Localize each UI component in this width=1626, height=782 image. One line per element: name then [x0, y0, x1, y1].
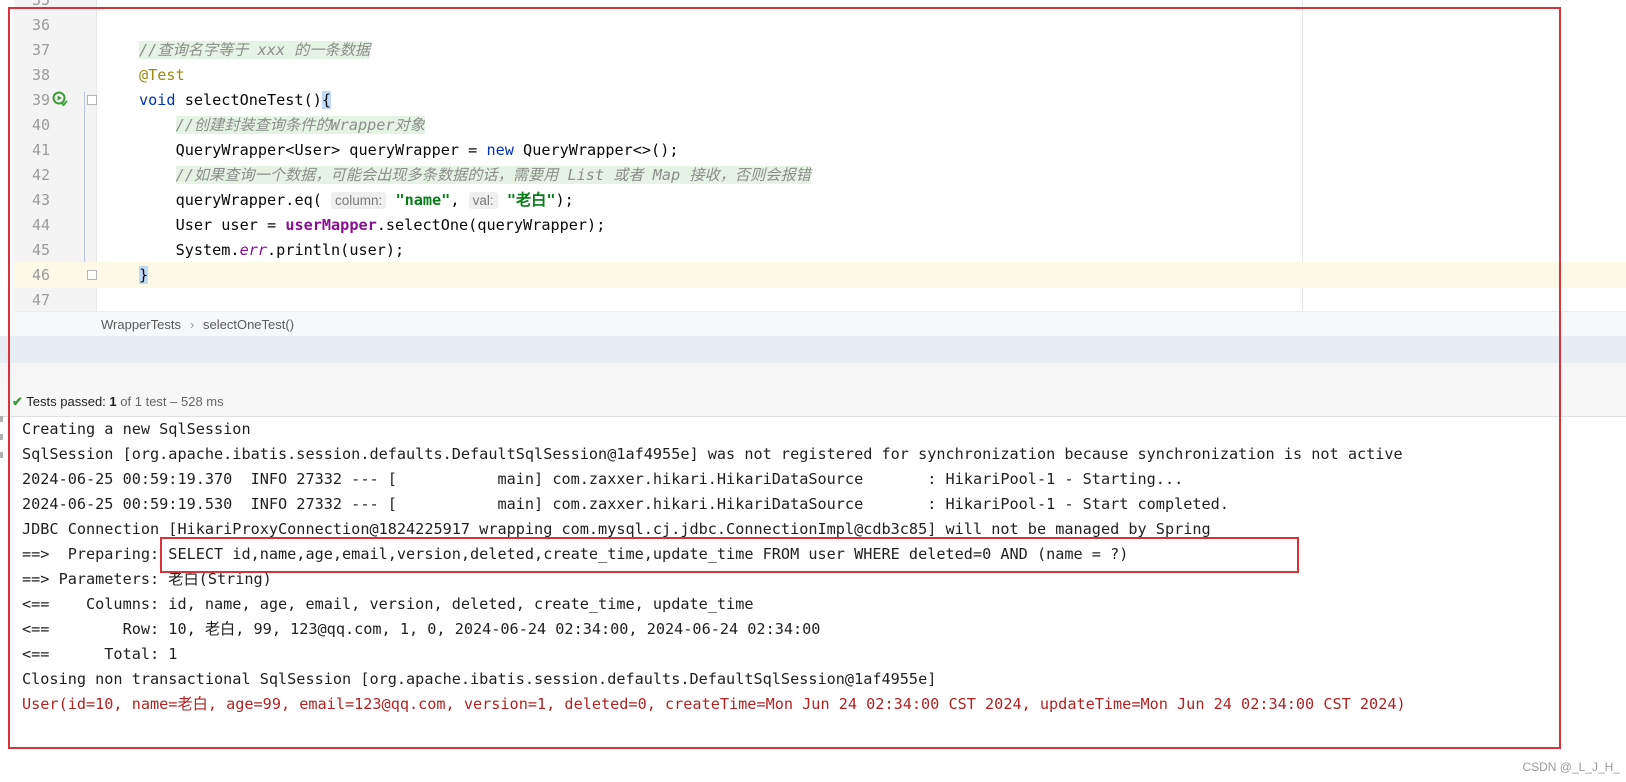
code-text: void selectOneTest(){ [139, 87, 332, 113]
code-editor[interactable]: 35 36 37//查询名字等于 xxx 的一条数据 38 @Test 39 void s… [14, 0, 1626, 323]
code-text: } [139, 262, 149, 288]
code-text: @Test [139, 62, 185, 88]
panel-header-bar [0, 336, 1626, 363]
code-text: QueryWrapper<User> queryWrapper = new Qu… [139, 137, 679, 163]
line-number: 38 [31, 66, 50, 84]
run-test-icon[interactable] [52, 91, 68, 107]
tests-passed-label: Tests passed: [26, 394, 106, 409]
console-line: Closing non transactional SqlSession [or… [22, 670, 937, 688]
code-token: "name" [395, 191, 451, 209]
code-token: } [139, 266, 149, 284]
edge-marks [0, 416, 5, 476]
tests-passed-count: 1 [109, 394, 117, 409]
code-token: //如果查询一个数据，可能会出现多条数据的话，需要用 List 或者 Map 接… [175, 166, 811, 184]
code-text: //创建封装查询条件的Wrapper对象 [139, 112, 425, 138]
breadcrumb-item-class[interactable]: WrapperTests [101, 317, 181, 332]
line-number: 36 [31, 16, 50, 34]
console-line: SqlSession [org.apache.ibatis.session.de… [22, 445, 1403, 463]
code-token: .println(user); [267, 241, 405, 259]
line-number: 43 [31, 191, 50, 209]
line-number: 47 [31, 291, 50, 309]
code-token: selectOneTest() [175, 91, 322, 109]
line-number: 44 [31, 216, 50, 234]
test-status-bar [0, 387, 1626, 417]
fold-marker-icon[interactable] [87, 95, 97, 105]
console-line: JDBC Connection [HikariProxyConnection@1… [22, 520, 1211, 538]
watermark: CSDN @_L_J_H_ [1522, 760, 1620, 774]
console-line: ==> Preparing: SELECT id,name,age,email,… [22, 545, 1129, 563]
code-text: //查询名字等于 xxx 的一条数据 [139, 37, 371, 63]
code-token: QueryWrapper<User> queryWrapper = [139, 141, 487, 159]
test-status: ✔ Tests passed: 1 of 1 test – 528 ms [12, 394, 224, 410]
console-line: 2024-06-25 00:59:19.530 INFO 27332 --- [… [22, 495, 1229, 513]
panel-toolbar [0, 363, 1626, 387]
code-line[interactable]: 47 [14, 287, 1626, 313]
code-token: //查询名字等于 xxx 的一条数据 [139, 41, 371, 59]
code-line[interactable]: 45 System.err.println(user); [14, 237, 1626, 263]
code-token: QueryWrapper<>(); [513, 141, 679, 159]
breadcrumb-separator: › [190, 317, 195, 332]
line-number: 41 [31, 141, 50, 159]
breadcrumb: WrapperTests › selectOneTest() [14, 311, 1626, 336]
console-line: <== Row: 10, 老白, 99, 123@qq.com, 1, 0, 2… [22, 620, 821, 638]
check-icon: ✔ [12, 394, 23, 409]
code-token: new [486, 141, 514, 159]
code-token: .selectOne(queryWrapper); [376, 216, 606, 234]
code-token: queryWrapper.eq( [139, 191, 332, 209]
code-line[interactable]: 38 @Test [14, 62, 1626, 88]
console-line: 2024-06-25 00:59:19.370 INFO 27332 --- [… [22, 470, 1184, 488]
line-number: 39 [31, 91, 50, 109]
code-token: void [139, 91, 176, 109]
code-text: //如果查询一个数据，可能会出现多条数据的话，需要用 List 或者 Map 接… [139, 162, 811, 188]
code-token: err [239, 241, 268, 259]
console-line: <== Total: 1 [22, 645, 178, 663]
code-token: System. [139, 241, 240, 259]
code-token: userMapper [285, 216, 377, 234]
code-line[interactable]: 39 void selectOneTest(){ [14, 87, 1626, 113]
code-token: "老白" [506, 191, 556, 209]
code-line[interactable]: 42 //如果查询一个数据，可能会出现多条数据的话，需要用 List 或者 Ma… [14, 162, 1626, 188]
code-text: System.err.println(user); [139, 237, 405, 263]
line-number: 40 [31, 116, 50, 134]
code-token: @Test [139, 66, 185, 84]
code-token: //创建封装查询条件的Wrapper对象 [175, 116, 425, 134]
code-line[interactable]: 37 //查询名字等于 xxx 的一条数据 [14, 37, 1626, 63]
code-line[interactable]: 40 //创建封装查询条件的Wrapper对象 [14, 112, 1626, 138]
line-number: 45 [31, 241, 50, 259]
console-output[interactable]: Creating a new SqlSession SqlSession [org… [22, 417, 1622, 717]
console-line: ==> Parameters: 老白(String) [22, 570, 272, 588]
line-number: 46 [31, 266, 50, 284]
code-text: queryWrapper.eq( column: "name", val: "老… [139, 187, 574, 214]
code-token: ); [555, 191, 574, 209]
parameter-hint: column: [331, 192, 387, 209]
tests-summary: of 1 test – 528 ms [120, 394, 224, 409]
fold-marker-icon[interactable] [87, 270, 97, 280]
code-line[interactable]: 46} [14, 262, 1626, 288]
console-error-line: User(id=10, name=老白, age=99, email=123@q… [22, 695, 1406, 713]
code-line[interactable]: 43 queryWrapper.eq( column: "name", val:… [14, 187, 1626, 213]
code-token: , [450, 191, 469, 209]
parameter-hint: val: [468, 192, 498, 209]
breadcrumb-item-method[interactable]: selectOneTest() [203, 317, 294, 332]
line-number: 42 [31, 166, 50, 184]
code-token: { [321, 91, 332, 109]
console-line: <== Columns: id, name, age, email, versi… [22, 595, 754, 613]
line-number: 37 [31, 41, 50, 59]
code-token: User user = [139, 216, 286, 234]
code-line[interactable]: 36 [14, 12, 1626, 38]
code-line[interactable]: 41 QueryWrapper<User> queryWrapper = new… [14, 137, 1626, 163]
code-line[interactable]: 44 User user = userMapper.selectOne(quer… [14, 212, 1626, 238]
code-text: User user = userMapper.selectOne(queryWr… [139, 212, 606, 238]
console-line: Creating a new SqlSession [22, 420, 251, 438]
